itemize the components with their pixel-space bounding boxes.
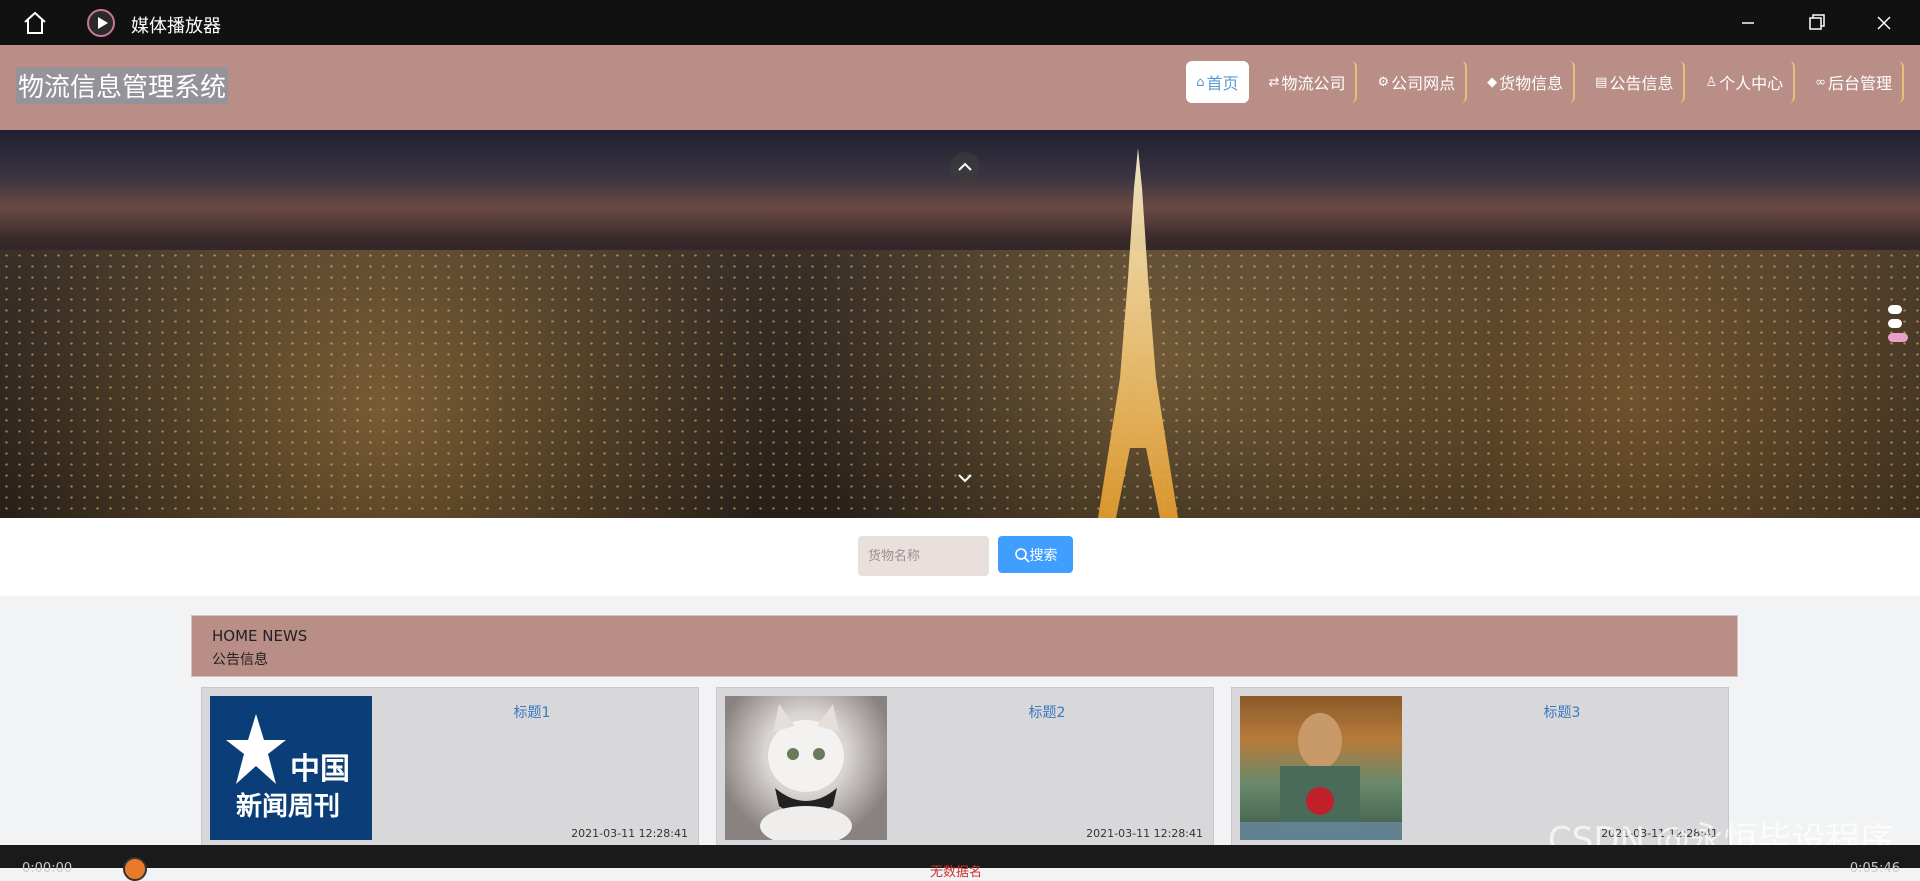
site-title: 物流信息管理系统 <box>16 67 229 104</box>
main-nav: ⌂ 首页 ⇄ 物流公司 ⚙ 公司网点 ◆ 货物信息 ▤ 公告信息 ♙ 个人中心 … <box>1186 61 1904 103</box>
star-logo-icon <box>226 714 286 784</box>
transfer-icon: ⇄ <box>1268 74 1280 90</box>
news-thumbnail-cat <box>725 696 887 840</box>
media-player-logo-icon <box>87 9 115 37</box>
carousel-next-button[interactable] <box>955 468 975 488</box>
seek-slider-handle[interactable] <box>123 857 147 881</box>
news-date: 2021-03-11 12:28:41 <box>1086 827 1203 840</box>
player-center-text: 无数据名 <box>930 865 983 880</box>
person-photo-image <box>1240 713 1402 840</box>
carousel-dot-active[interactable] <box>1888 333 1908 342</box>
search-button[interactable]: 搜索 <box>998 536 1073 573</box>
window-title: 媒体播放器 <box>131 16 221 37</box>
news-title[interactable]: 标题1 <box>372 702 692 722</box>
news-card[interactable]: 中国 新闻周刊 标题1 2021-03-11 12:28:41 <box>201 687 699 847</box>
home-icon: ⌂ <box>1196 74 1205 90</box>
nav-item-label: 个人中心 <box>1719 74 1784 93</box>
cat-image <box>760 704 852 840</box>
carousel-dot[interactable] <box>1888 305 1902 314</box>
site-header: 物流信息管理系统 ⌂ 首页 ⇄ 物流公司 ⚙ 公司网点 ◆ 货物信息 ▤ 公告信… <box>0 45 1920 130</box>
user-icon: ♙ <box>1705 74 1718 90</box>
news-title[interactable]: 标题2 <box>887 702 1207 722</box>
cap-icon: ◆ <box>1487 74 1498 90</box>
thumbnail-text: 新闻周刊 <box>236 792 341 822</box>
banner-carousel <box>0 130 1920 518</box>
minimize-icon[interactable] <box>1728 8 1768 38</box>
nav-item-announcements[interactable]: ▤ 公告信息 <box>1585 61 1686 103</box>
nav-item-label: 公司网点 <box>1391 74 1456 93</box>
nav-item-label: 公告信息 <box>1609 74 1674 93</box>
nav-item-company-outlets[interactable]: ⚙ 公司网点 <box>1367 61 1468 103</box>
close-icon[interactable] <box>1864 8 1904 38</box>
document-icon: ▤ <box>1595 74 1608 90</box>
nav-item-label: 货物信息 <box>1499 74 1564 93</box>
goods-name-search-input[interactable] <box>858 536 989 576</box>
search-section: 搜索 <box>0 518 1920 596</box>
restore-icon[interactable] <box>1796 8 1836 38</box>
nav-item-admin[interactable]: ∞ 后台管理 <box>1805 61 1904 103</box>
nav-item-home[interactable]: ⌂ 首页 <box>1186 61 1249 103</box>
news-heading-en: HOME NEWS <box>212 627 308 645</box>
search-button-label: 搜索 <box>1029 547 1058 564</box>
media-player-controls: 0:00:00 无数据名 0:05:46 <box>0 845 1920 881</box>
news-card[interactable]: 标题2 2021-03-11 12:28:41 <box>716 687 1214 847</box>
news-title[interactable]: 标题3 <box>1402 702 1722 722</box>
carousel-indicators <box>1888 305 1908 342</box>
news-thumbnail: 中国 新闻周刊 <box>210 696 372 840</box>
nav-item-label: 后台管理 <box>1827 74 1892 93</box>
link-icon: ∞ <box>1815 74 1826 90</box>
news-section-header: HOME NEWS 公告信息 <box>191 615 1738 677</box>
home-icon[interactable] <box>22 10 48 36</box>
news-heading-cn: 公告信息 <box>212 652 268 668</box>
eiffel-tower-image <box>1098 148 1178 518</box>
nav-item-label: 首页 <box>1206 74 1239 93</box>
nav-item-personal-center[interactable]: ♙ 个人中心 <box>1695 61 1796 103</box>
elapsed-time: 0:00:00 <box>22 861 73 876</box>
nav-item-logistics-company[interactable]: ⇄ 物流公司 <box>1258 61 1358 103</box>
carousel-dot[interactable] <box>1888 319 1902 328</box>
search-icon <box>1014 547 1030 563</box>
nav-item-label: 物流公司 <box>1281 74 1346 93</box>
total-time: 0:05:46 <box>1849 861 1900 876</box>
nav-item-goods-info[interactable]: ◆ 货物信息 <box>1477 61 1576 103</box>
thumbnail-text: 中国 <box>290 752 350 787</box>
window-titlebar: 媒体播放器 <box>0 0 1920 45</box>
carousel-prev-button[interactable] <box>950 152 980 182</box>
network-icon: ⚙ <box>1377 74 1390 90</box>
news-thumbnail-photo <box>1240 696 1402 840</box>
news-date: 2021-03-11 12:28:41 <box>571 827 688 840</box>
chevron-up-icon <box>958 162 972 171</box>
